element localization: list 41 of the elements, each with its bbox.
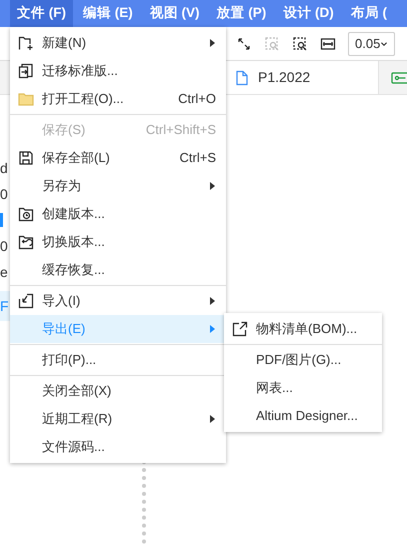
menu-item[interactable]: 物料清单(BOM)... [224, 315, 382, 343]
expand-icon[interactable] [236, 36, 252, 52]
menu-item[interactable]: PDF/图片(G)... [224, 346, 382, 374]
document-icon [234, 70, 250, 86]
board-icon [391, 70, 407, 86]
menu-item[interactable]: 另存为 [10, 172, 226, 200]
menu-item[interactable]: 新建(N) [10, 29, 226, 57]
menu-item[interactable]: 缓存恢复... [10, 256, 226, 284]
new-folder-icon [18, 35, 34, 51]
menu-item[interactable]: 文件源码... [10, 433, 226, 461]
menu-item[interactable]: 关闭全部(X) [10, 377, 226, 405]
export-icon [232, 321, 248, 337]
tree-item[interactable]: e [0, 262, 8, 282]
selection-marker-icon [0, 213, 3, 227]
menu-item[interactable]: 放置 (P) [210, 0, 274, 27]
menu-item[interactable]: 保存全部(L) Ctrl+S [10, 144, 226, 172]
menu-item[interactable]: 文件 (F) [10, 0, 73, 27]
menu-item[interactable]: 近期工程(R) [10, 405, 226, 433]
save-icon [18, 150, 34, 166]
zoom-selection-icon[interactable] [292, 36, 308, 52]
menu-item[interactable]: 切换版本... [10, 228, 226, 256]
folder-icon [18, 91, 34, 107]
menu-item[interactable]: Altium Designer... [224, 402, 382, 430]
menu-item[interactable]: 创建版本... [10, 200, 226, 228]
tree-item[interactable]: 0 [0, 184, 8, 204]
version-folder-icon [18, 234, 34, 250]
menu-item[interactable]: 编辑 (E) [76, 0, 140, 27]
menu-item[interactable]: 布局 ( [344, 0, 394, 27]
menu-item[interactable]: 设计 (D) [276, 0, 341, 27]
menu-item[interactable]: 视图 (V) [142, 0, 206, 27]
import-icon [18, 293, 34, 309]
tree-item[interactable]: 0 [0, 236, 8, 256]
transfer-icon [18, 63, 34, 79]
menu-item[interactable]: 网表... [224, 374, 382, 402]
grid-size-select[interactable]: 0.05 [348, 32, 396, 56]
menu-item[interactable]: 导入(I) [10, 287, 226, 315]
chevron-down-icon [380, 40, 388, 46]
menu-item[interactable]: 打印(P)... [10, 346, 226, 374]
tree-item[interactable]: d [0, 158, 8, 178]
ruler-icon[interactable] [320, 36, 336, 52]
version-folder-icon [18, 206, 34, 222]
